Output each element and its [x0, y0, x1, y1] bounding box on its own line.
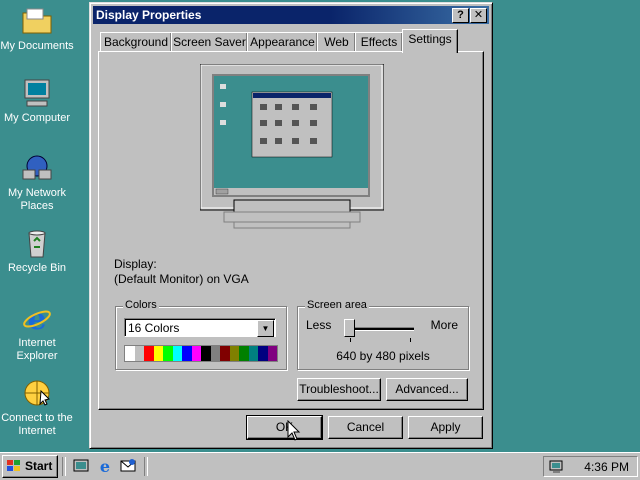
desktop-icon-label: Internet Explorer: [16, 337, 58, 362]
tab-effects[interactable]: Effects: [355, 32, 403, 52]
slider-tick: [350, 338, 351, 342]
ie-icon: e: [23, 302, 51, 334]
window-title: Display Properties: [96, 8, 202, 22]
colors-group-label: Colors: [123, 299, 159, 311]
color-swatch: [229, 346, 239, 361]
help-button[interactable]: ?: [452, 8, 469, 23]
desktop-icon-label: Connect to the Internet: [1, 412, 73, 437]
taskbar: Start e 4:36 PM: [0, 452, 640, 480]
desktop-icon-label: My Computer: [3, 112, 71, 124]
color-swatch: [258, 346, 268, 361]
desktop-icon-connect-to-internet[interactable]: Connect to the Internet: [0, 377, 74, 438]
tab-screen-saver[interactable]: Screen Saver: [171, 32, 248, 52]
network-icon: [22, 155, 52, 180]
chevron-down-icon[interactable]: ▼: [257, 320, 274, 337]
color-swatch: [210, 346, 220, 361]
display-settings-tray-icon[interactable]: [548, 459, 566, 475]
window-titlebar[interactable]: Display Properties ? ✕: [93, 6, 489, 24]
tab-web[interactable]: Web: [317, 32, 356, 52]
close-button[interactable]: ✕: [470, 8, 487, 23]
connect-icon: [24, 380, 50, 406]
color-swatch: [144, 346, 154, 361]
color-swatch: [134, 346, 144, 361]
desktop-icon-my-network-places[interactable]: My Network Places: [0, 152, 74, 213]
outlook-express-icon[interactable]: [119, 458, 137, 474]
tab-background[interactable]: Background: [100, 32, 172, 52]
recycle-bin-icon: [28, 230, 46, 258]
desktop-icon-my-computer[interactable]: My Computer: [0, 77, 74, 125]
screen-area-value: 640 by 480 pixels: [336, 349, 430, 363]
color-swatch: [239, 346, 249, 361]
settings-panel: Display: (Default Monitor) on VGA Colors…: [98, 51, 484, 410]
computer-icon: [24, 79, 50, 107]
ie-quicklaunch-icon[interactable]: e: [96, 458, 114, 474]
color-swatch: [163, 346, 173, 361]
less-label: Less: [306, 318, 332, 332]
color-swatch: [182, 346, 192, 361]
troubleshoot-button[interactable]: Troubleshoot...: [297, 378, 381, 401]
desktop-icon-label: Recycle Bin: [7, 262, 67, 274]
slider-tick: [410, 338, 411, 342]
color-swatch: [172, 346, 182, 361]
tab-settings[interactable]: Settings: [402, 29, 458, 53]
desktop-icon-label: My Documents: [0, 40, 74, 52]
desktop-icon-label: My Network Places: [7, 187, 67, 212]
ok-button[interactable]: OK: [246, 415, 323, 440]
windows-logo-icon: [7, 460, 20, 471]
taskbar-separator: [144, 457, 148, 476]
color-swatch: [248, 346, 258, 361]
advanced-button[interactable]: Advanced...: [386, 378, 468, 401]
desktop-icon-my-documents[interactable]: My Documents: [0, 5, 74, 53]
desktop-icon-internet-explorer[interactable]: e Internet Explorer: [0, 302, 74, 363]
color-swatch: [201, 346, 211, 361]
screen-area-slider[interactable]: [344, 319, 355, 337]
color-swatches: [124, 345, 278, 362]
color-swatch: [125, 346, 135, 361]
show-desktop-icon[interactable]: [72, 458, 90, 474]
color-swatch: [153, 346, 163, 361]
clock[interactable]: 4:36 PM: [584, 457, 629, 478]
color-swatch: [191, 346, 201, 361]
svg-text:e: e: [100, 458, 110, 474]
screen-area-group: Screen area Less More 640 by 480 pixels: [297, 299, 469, 370]
colors-select[interactable]: 16 Colors ▼: [124, 318, 276, 337]
colors-select-value: 16 Colors: [128, 321, 180, 335]
display-value: (Default Monitor) on VGA: [114, 272, 249, 286]
system-tray: 4:36 PM: [543, 456, 638, 477]
folder-icon: [22, 8, 52, 34]
color-swatch: [220, 346, 230, 361]
screen-area-group-label: Screen area: [305, 299, 369, 311]
taskbar-separator: [62, 457, 66, 476]
cancel-button[interactable]: Cancel: [328, 416, 403, 439]
start-button[interactable]: Start: [2, 455, 58, 478]
color-swatch: [267, 346, 277, 361]
display-properties-window: Display Properties ? ✕ Background Screen…: [89, 2, 493, 449]
mouse-cursor-icon: [287, 420, 301, 441]
desktop-icon-recycle-bin[interactable]: Recycle Bin: [0, 227, 74, 275]
tab-appearance[interactable]: Appearance: [247, 32, 318, 52]
slider-track: [346, 327, 414, 331]
monitor-preview: [200, 64, 384, 229]
start-label: Start: [25, 459, 53, 473]
display-label: Display:: [114, 257, 157, 271]
colors-group: Colors 16 Colors ▼: [115, 299, 287, 370]
more-label: More: [430, 318, 458, 332]
apply-button[interactable]: Apply: [408, 416, 483, 439]
